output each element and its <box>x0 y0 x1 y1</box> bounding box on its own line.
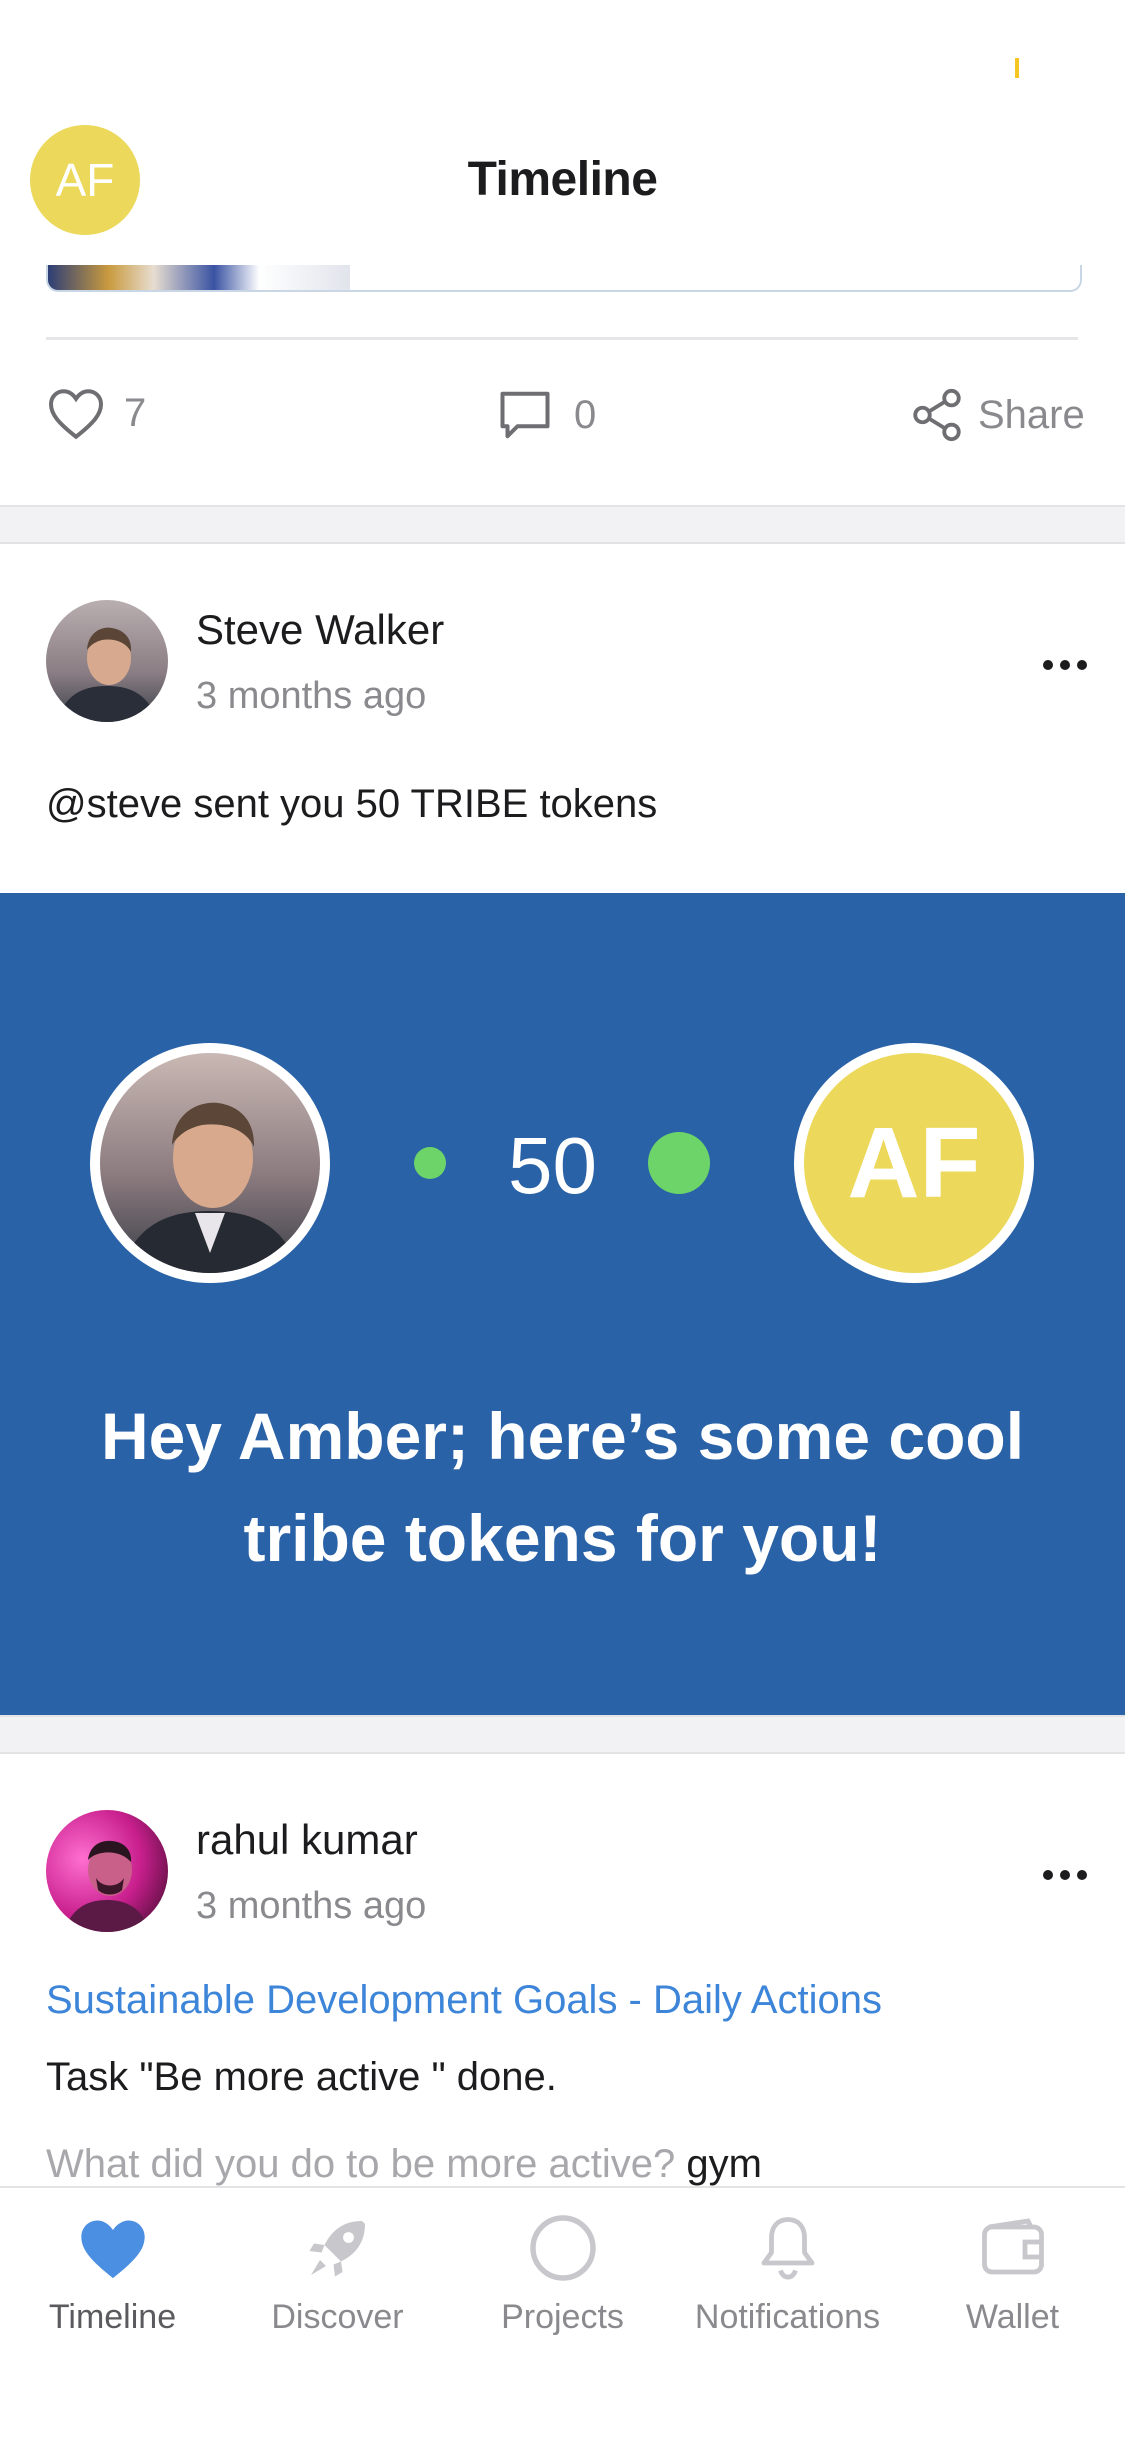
sender-photo <box>100 1053 320 1273</box>
project-link[interactable]: Sustainable Development Goals - Daily Ac… <box>46 1978 882 2023</box>
divider <box>46 337 1078 340</box>
tab-notifications[interactable]: Notifications <box>675 2208 900 2337</box>
task-question: What did you do to be more active? <box>46 2142 676 2186</box>
post-timestamp: 3 months ago <box>196 1885 427 1927</box>
tab-wallet[interactable]: Wallet <box>900 2208 1125 2337</box>
author-avatar[interactable] <box>46 1810 168 1932</box>
post-timestamp: 3 months ago <box>196 675 427 717</box>
token-dot-large <box>648 1132 710 1194</box>
tab-label: Projects <box>501 2298 624 2336</box>
post-text: Task "Be more active " done. <box>46 2055 557 2099</box>
like-count: 7 <box>124 390 147 435</box>
recipient-avatar[interactable]: AF <box>794 1043 1034 1283</box>
heart-icon <box>73 2208 153 2288</box>
tab-label: Timeline <box>48 2298 177 2336</box>
steve-photo-large <box>100 1053 320 1273</box>
rahul-photo <box>46 1810 168 1932</box>
tab-label: Discover <box>271 2298 404 2336</box>
more-options-button[interactable] <box>1043 660 1087 670</box>
more-options-button[interactable] <box>1043 1870 1087 1880</box>
share-icon <box>913 388 961 442</box>
post-separator <box>0 1715 1125 1754</box>
header: AF Timeline <box>0 0 1125 265</box>
token-amount: 50 <box>508 1121 597 1210</box>
token-dot-small <box>414 1147 446 1179</box>
author-name[interactable]: Steve Walker <box>196 606 444 654</box>
task-answer-text: gym <box>686 2142 762 2186</box>
previous-post-media[interactable] <box>46 265 1082 292</box>
wallet-icon <box>973 2208 1053 2288</box>
like-button[interactable]: 7 <box>46 385 146 441</box>
bell-icon <box>748 2208 828 2288</box>
tab-bar: Timeline Discover Projects Notifications… <box>0 2186 1125 2438</box>
post-separator <box>0 505 1125 544</box>
heart-outline-icon <box>48 389 104 440</box>
token-transfer-banner <box>0 893 1125 1715</box>
page-title: Timeline <box>467 153 658 206</box>
tab-label: Wallet <box>965 2298 1060 2336</box>
steve-photo <box>46 600 168 722</box>
author-avatar[interactable] <box>46 600 168 722</box>
tab-label: Notifications <box>694 2298 881 2336</box>
sender-avatar[interactable] <box>90 1043 330 1283</box>
transfer-message: Hey Amber; here’s some cool tribe tokens… <box>100 1399 1025 1575</box>
recipient-initials: AF <box>804 1053 1024 1273</box>
previous-post-image <box>48 265 350 290</box>
comment-button[interactable]: 0 <box>494 385 596 445</box>
share-button[interactable]: Share <box>908 385 1085 445</box>
comment-icon <box>500 391 550 439</box>
task-answer: What did you do to be more active? gym <box>46 2142 762 2187</box>
tab-projects[interactable]: Projects <box>450 2208 675 2337</box>
post-text: @steve sent you 50 TRIBE tokens <box>46 782 658 826</box>
tab-timeline[interactable]: Timeline <box>0 2208 225 2337</box>
share-label: Share <box>978 392 1085 437</box>
tab-discover[interactable]: Discover <box>225 2208 450 2337</box>
status-indicator <box>1015 58 1019 78</box>
circle-icon <box>523 2208 603 2288</box>
rocket-icon <box>298 2208 378 2288</box>
comment-count: 0 <box>574 392 597 437</box>
author-name[interactable]: rahul kumar <box>196 1816 418 1864</box>
